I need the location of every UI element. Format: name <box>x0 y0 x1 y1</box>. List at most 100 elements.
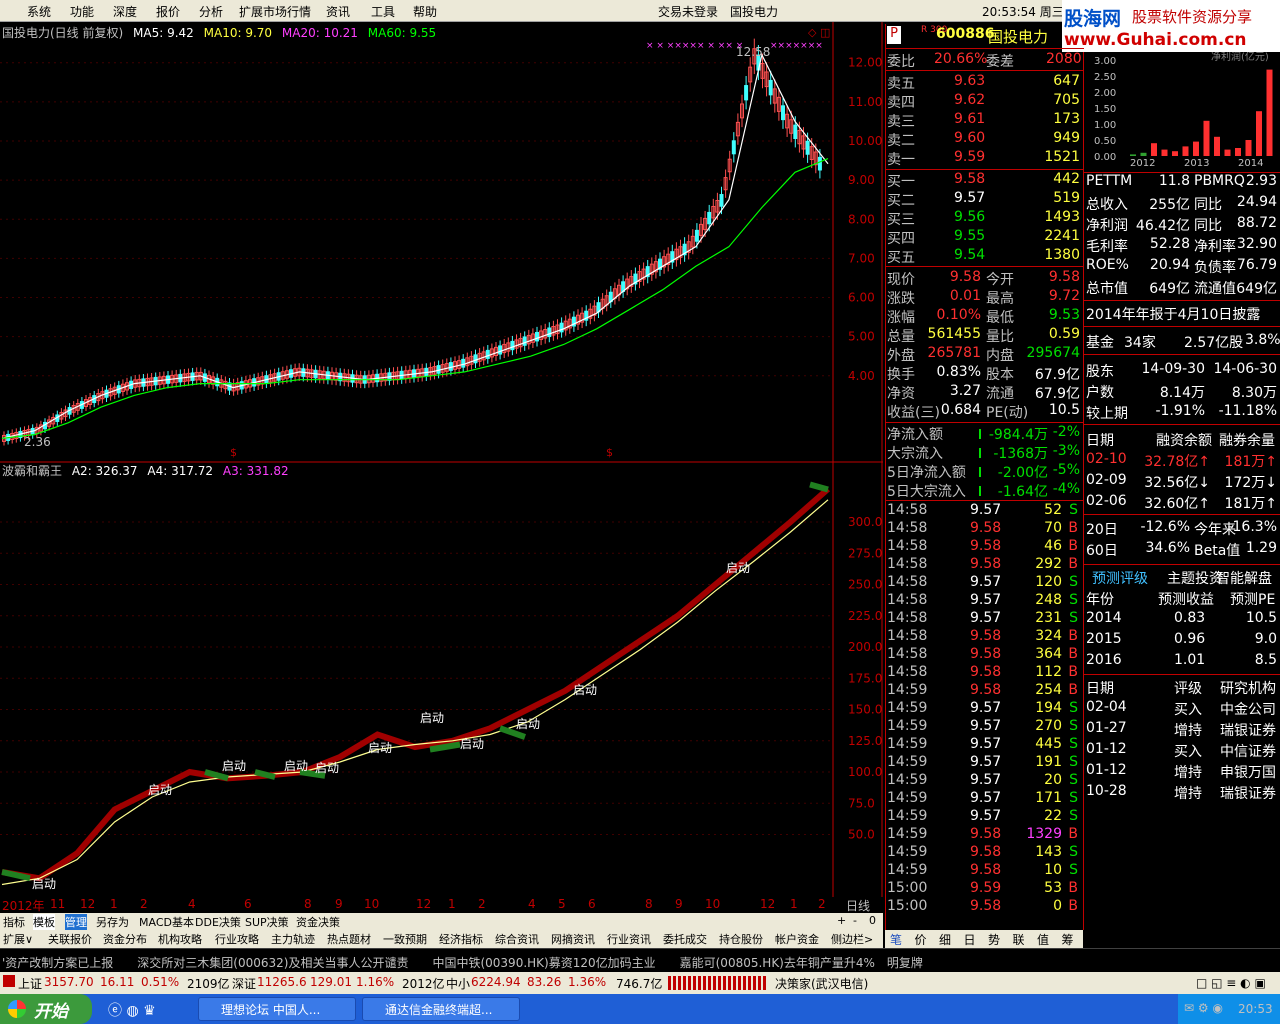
candle-body <box>805 140 810 155</box>
detail-tab[interactable]: 日 <box>964 931 976 948</box>
candle-body <box>817 156 822 171</box>
tick-row: 14:58 9.58 70 B <box>887 520 1078 536</box>
info-icon[interactable]: P <box>887 26 901 44</box>
tab-hot-topics[interactable]: 热点题材 <box>327 931 371 947</box>
tab-indicator[interactable]: 指标 <box>3 914 25 930</box>
menu-quote[interactable]: 报价 <box>156 3 180 20</box>
period-label[interactable]: 日线 <box>846 897 870 914</box>
tray-icons[interactable]: ✉ ⚙ ◉ <box>1184 1001 1223 1015</box>
rating-row[interactable]: 01-12 买入 中信证券 <box>1084 741 1280 761</box>
tab-consensus[interactable]: 一致预期 <box>383 931 427 947</box>
tab-economic[interactable]: 经济指标 <box>439 931 483 947</box>
tab-industry-strategy[interactable]: 行业攻略 <box>215 931 259 947</box>
bid-row[interactable]: 买二 9.57 519 <box>886 190 1084 209</box>
tab-fund-decision[interactable]: 资金决策 <box>296 914 340 930</box>
rating-row[interactable]: 01-12 增持 申银万国 <box>1084 762 1280 782</box>
stock-code[interactable]: 600886 <box>936 26 994 42</box>
chart-area[interactable]: 12.0011.0010.009.008.007.006.005.004.00 … <box>0 22 883 897</box>
a2-label: A2: 326.37 <box>71 464 138 478</box>
tab-fund-distribution[interactable]: 资金分布 <box>103 931 147 947</box>
rating-row[interactable]: 01-27 增持 瑞银证券 <box>1084 720 1280 740</box>
bid-row[interactable]: 买四 9.55 2241 <box>886 228 1084 247</box>
start-signal-label: 启动 <box>368 741 392 755</box>
sz-index[interactable]: 11265.6 <box>257 975 307 989</box>
bid-row[interactable]: 买五 9.54 1380 <box>886 247 1084 266</box>
ask-row[interactable]: 卖四 9.62 705 <box>886 92 1084 111</box>
quicklaunch-icons[interactable]: ⓔ ◍ ♛ <box>108 1000 156 1020</box>
detail-tab[interactable]: 势 <box>988 931 1000 948</box>
y-tick-label: 7.00 <box>848 251 875 265</box>
tab-account[interactable]: 帐户资金 <box>775 931 819 947</box>
tab-template[interactable]: 模板 <box>33 914 55 930</box>
rating-row[interactable]: 02-04 买入 中金公司 <box>1084 699 1280 719</box>
detail-tab[interactable]: 筹 <box>1062 931 1074 948</box>
ask-row[interactable]: 卖三 9.61 173 <box>886 111 1084 130</box>
menu-depth[interactable]: 深度 <box>113 3 137 20</box>
tab-web-news[interactable]: 网摘资讯 <box>551 931 595 947</box>
perf-row: 60日 34.6% Beta值 1.29 <box>1086 540 1277 559</box>
rating-row[interactable]: 10-28 增持 瑞银证券 <box>1084 783 1280 803</box>
menu-news[interactable]: 资讯 <box>326 3 350 20</box>
menu-help[interactable]: 帮助 <box>413 3 437 20</box>
x-tick-label: 1 <box>790 897 798 911</box>
detail-tab[interactable]: 细 <box>939 931 951 948</box>
bar-y-label: 2.00 <box>1094 88 1116 99</box>
task-forum[interactable]: 理想论坛 中国人... <box>198 997 356 1021</box>
chart-title: 国投电力(日线 前复权) MA5: 9.42 MA10: 9.70 MA20: … <box>2 26 437 40</box>
menu-function[interactable]: 功能 <box>70 3 94 20</box>
tab-industry-news[interactable]: 行业资讯 <box>607 931 651 947</box>
news-ticker[interactable]: '资产改制方案已上报 深交所对三木集团(000632)及相关当事人公开谴责 中国… <box>0 948 1280 972</box>
status-toolbar-icons[interactable]: □ ◱ ≡ ◐ ▣ <box>1196 976 1266 990</box>
fund-flow-row: 5日大宗流入 -1.64亿 -4% <box>887 481 1080 500</box>
tab-manage[interactable]: 管理 <box>65 914 87 930</box>
tab-smart-analysis[interactable]: 智能解盘 <box>1216 568 1272 588</box>
expand-icon[interactable]: ◇ ◫ <box>808 26 830 39</box>
tab-related-quote[interactable]: 关联报价 <box>48 931 92 947</box>
trade-login-status[interactable]: 交易未登录 <box>658 3 718 20</box>
zx-index[interactable]: 6224.94 <box>471 975 521 989</box>
detail-tab[interactable]: 联 <box>1013 931 1025 948</box>
tab-sup[interactable]: SUP决策 <box>245 914 289 930</box>
menu-system[interactable]: 系统 <box>27 3 51 20</box>
ask-row[interactable]: 卖二 9.60 949 <box>886 130 1084 149</box>
tab-orders[interactable]: 委托成交 <box>663 931 707 947</box>
tab-news[interactable]: 综合资讯 <box>495 931 539 947</box>
brand-logo: 股海网 股票软件资源分享 www.Guhai.com.cn <box>1062 0 1280 52</box>
ask-row[interactable]: 卖五 9.63 647 <box>886 73 1084 92</box>
tick-row: 14:59 9.57 445 S <box>887 736 1078 752</box>
event-marker-s: $ <box>230 446 237 459</box>
bid-row[interactable]: 买三 9.56 1493 <box>886 209 1084 228</box>
tab-save-as[interactable]: 另存为 <box>96 914 129 930</box>
tab-sidebar[interactable]: 侧边栏> <box>831 931 873 947</box>
sh-index[interactable]: 3157.70 <box>44 975 94 989</box>
tab-main-force[interactable]: 主力轨迹 <box>271 931 315 947</box>
menu-tools[interactable]: 工具 <box>371 3 395 20</box>
task-tdx[interactable]: 通达信金融终端超... <box>362 997 520 1021</box>
tab-dde[interactable]: DDE决策 <box>195 914 241 930</box>
tab-positions[interactable]: 持仓股份 <box>719 931 763 947</box>
detail-tab[interactable]: 笔 <box>890 931 902 948</box>
menu-extended-market[interactable]: 扩展市场行情 <box>239 3 311 20</box>
y-tick-label: 150.0 <box>848 703 882 717</box>
metric-row: ROE% 20.94 负债率 76.79 <box>1086 257 1277 276</box>
tab-expand[interactable]: 扩展∨ <box>3 931 33 947</box>
tick-row: 14:58 9.58 364 B <box>887 646 1078 662</box>
stock-name[interactable]: 国投电力 <box>988 26 1048 47</box>
bid-row[interactable]: 买一 9.58 442 <box>886 171 1084 190</box>
menu-analysis[interactable]: 分析 <box>199 3 223 20</box>
fund-flow-row: 大宗流入 -1368万 -3% <box>887 443 1080 462</box>
zoom-out-button[interactable]: - <box>853 914 857 927</box>
reset-button[interactable]: 0 <box>869 914 876 927</box>
detail-tab[interactable]: 价 <box>915 931 927 948</box>
detail-tab[interactable]: 值 <box>1037 931 1049 948</box>
brand-tagline: 股票软件资源分享 <box>1132 8 1253 26</box>
ask-row[interactable]: 卖一 9.59 1521 <box>886 149 1084 168</box>
current-stock-menu[interactable]: 国投电力 <box>730 3 778 20</box>
tab-forecast-rating[interactable]: 预测评级 <box>1092 568 1148 588</box>
zoom-in-button[interactable]: + <box>837 914 846 927</box>
tab-theme-invest[interactable]: 主题投资 <box>1167 568 1223 588</box>
tab-institution[interactable]: 机构攻略 <box>158 931 202 947</box>
market-breadth-bar <box>668 976 768 990</box>
tab-macd[interactable]: MACD基本 <box>139 914 194 930</box>
start-button[interactable]: 开始 <box>0 994 92 1024</box>
